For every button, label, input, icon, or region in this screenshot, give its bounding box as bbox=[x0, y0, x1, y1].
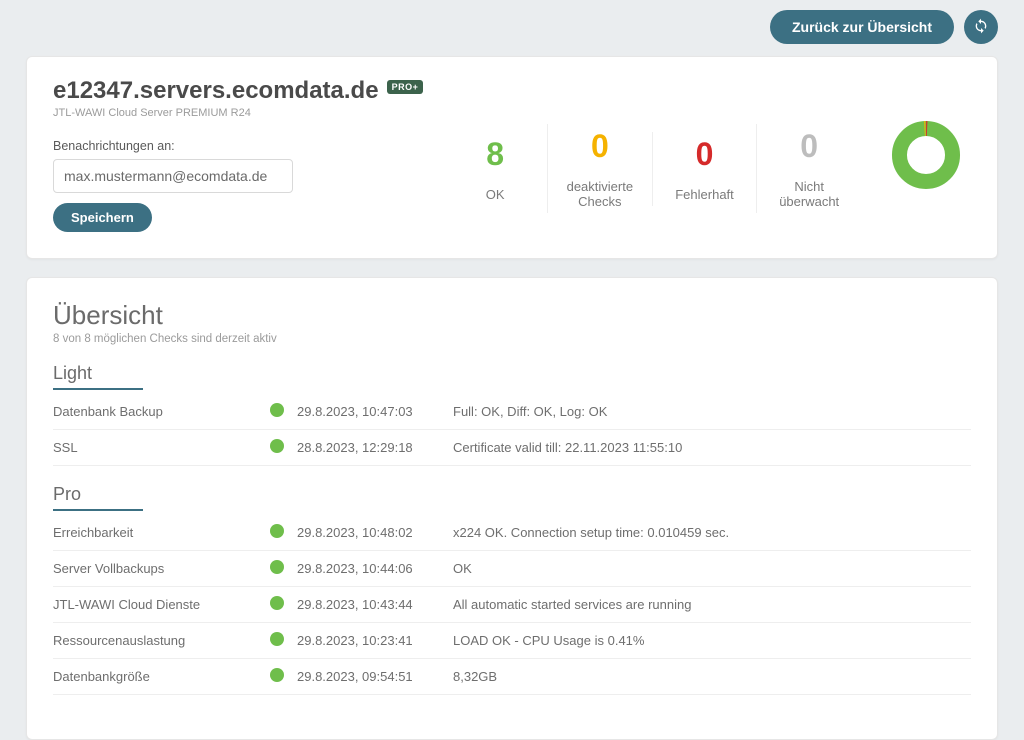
table-row[interactable]: JTL-WAWI Cloud Dienste 29.8.2023, 10:43:4… bbox=[53, 587, 971, 623]
check-message: OK bbox=[453, 551, 971, 587]
check-message: Certificate valid till: 22.11.2023 11:55… bbox=[453, 430, 971, 466]
status-donut-chart bbox=[881, 77, 971, 232]
check-message: All automatic started services are runni… bbox=[453, 587, 971, 623]
check-name: SSL bbox=[53, 430, 263, 466]
overview-subtitle: 8 von 8 möglichen Checks sind derzeit ak… bbox=[53, 333, 971, 345]
section-title-light: Light bbox=[53, 363, 143, 390]
topbar: Zurück zur Übersicht bbox=[26, 10, 998, 44]
status-dot-icon bbox=[270, 632, 284, 646]
check-timestamp: 29.8.2023, 10:47:03 bbox=[297, 394, 453, 430]
status-dot-icon bbox=[270, 596, 284, 610]
check-timestamp: 29.8.2023, 10:48:02 bbox=[297, 515, 453, 551]
table-row[interactable]: Datenbankgröße 29.8.2023, 09:54:518,32GB bbox=[53, 659, 971, 695]
metric-label: Fehlerhaft bbox=[661, 187, 749, 202]
metric-fehlerhaft: 0 Fehlerhaft bbox=[652, 132, 757, 206]
status-cell bbox=[263, 623, 297, 659]
metrics-row: 8 OK 0 deaktivierte Checks 0 Fehlerhaft 0 Nicht… bbox=[443, 77, 861, 232]
status-dot-icon bbox=[270, 668, 284, 682]
check-message: Full: OK, Diff: OK, Log: OK bbox=[453, 394, 971, 430]
check-timestamp: 29.8.2023, 09:54:51 bbox=[297, 659, 453, 695]
refresh-button[interactable] bbox=[964, 10, 998, 44]
check-message: x224 OK. Connection setup time: 0.010459… bbox=[453, 515, 971, 551]
check-message: LOAD OK - CPU Usage is 0.41% bbox=[453, 623, 971, 659]
check-timestamp: 29.8.2023, 10:43:44 bbox=[297, 587, 453, 623]
overview-card: Übersicht 8 von 8 möglichen Checks sind … bbox=[26, 277, 998, 740]
metric-label: deaktivierte Checks bbox=[556, 179, 644, 209]
check-name: Server Vollbackups bbox=[53, 551, 263, 587]
overview-title: Übersicht bbox=[53, 300, 971, 331]
status-dot-icon bbox=[270, 439, 284, 453]
check-name: Datenbank Backup bbox=[53, 394, 263, 430]
status-dot-icon bbox=[270, 560, 284, 574]
metric-label: OK bbox=[451, 187, 539, 202]
server-title: e12347.servers.ecomdata.de PRO+ bbox=[53, 77, 423, 105]
sections-container: Light Datenbank Backup 29.8.2023, 10:47:03… bbox=[53, 363, 971, 695]
status-dot-icon bbox=[270, 403, 284, 417]
table-row[interactable]: Datenbank Backup 29.8.2023, 10:47:03Full:… bbox=[53, 394, 971, 430]
save-button[interactable]: Speichern bbox=[53, 203, 152, 232]
metric-nicht-überwacht: 0 Nicht überwacht bbox=[756, 124, 861, 213]
metric-value: 8 bbox=[451, 136, 539, 173]
check-name: JTL-WAWI Cloud Dienste bbox=[53, 587, 263, 623]
check-timestamp: 28.8.2023, 12:29:18 bbox=[297, 430, 453, 466]
plan-badge: PRO+ bbox=[387, 80, 424, 94]
back-to-overview-button[interactable]: Zurück zur Übersicht bbox=[770, 10, 954, 44]
table-row[interactable]: Ressourcenauslastung 29.8.2023, 10:23:41L… bbox=[53, 623, 971, 659]
status-cell bbox=[263, 587, 297, 623]
metric-value: 0 bbox=[556, 128, 644, 165]
check-timestamp: 29.8.2023, 10:44:06 bbox=[297, 551, 453, 587]
status-cell bbox=[263, 659, 297, 695]
notification-email-input[interactable] bbox=[53, 159, 293, 193]
check-table-light: Datenbank Backup 29.8.2023, 10:47:03Full:… bbox=[53, 394, 971, 466]
server-header-card: e12347.servers.ecomdata.de PRO+ JTL-WAWI… bbox=[26, 56, 998, 259]
status-cell bbox=[263, 394, 297, 430]
table-row[interactable]: Server Vollbackups 29.8.2023, 10:44:06OK bbox=[53, 551, 971, 587]
table-row[interactable]: SSL 28.8.2023, 12:29:18Certificate valid … bbox=[53, 430, 971, 466]
server-subtitle: JTL-WAWI Cloud Server PREMIUM R24 bbox=[53, 107, 423, 119]
status-cell bbox=[263, 515, 297, 551]
status-dot-icon bbox=[270, 524, 284, 538]
metric-label: Nicht überwacht bbox=[765, 179, 853, 209]
check-name: Erreichbarkeit bbox=[53, 515, 263, 551]
check-message: 8,32GB bbox=[453, 659, 971, 695]
check-name: Datenbankgröße bbox=[53, 659, 263, 695]
status-cell bbox=[263, 551, 297, 587]
check-timestamp: 29.8.2023, 10:23:41 bbox=[297, 623, 453, 659]
metric-value: 0 bbox=[661, 136, 749, 173]
status-cell bbox=[263, 430, 297, 466]
metric-deaktivierte-checks: 0 deaktivierte Checks bbox=[547, 124, 652, 213]
notification-label: Benachrichtungen an: bbox=[53, 139, 423, 153]
check-name: Ressourcenauslastung bbox=[53, 623, 263, 659]
metric-ok: 8 OK bbox=[443, 132, 547, 206]
section-title-pro: Pro bbox=[53, 484, 143, 511]
table-row[interactable]: Erreichbarkeit 29.8.2023, 10:48:02x224 OK… bbox=[53, 515, 971, 551]
donut-icon bbox=[891, 120, 961, 190]
check-table-pro: Erreichbarkeit 29.8.2023, 10:48:02x224 OK… bbox=[53, 515, 971, 695]
metric-value: 0 bbox=[765, 128, 853, 165]
server-title-text: e12347.servers.ecomdata.de bbox=[53, 77, 379, 105]
refresh-icon bbox=[973, 18, 989, 37]
